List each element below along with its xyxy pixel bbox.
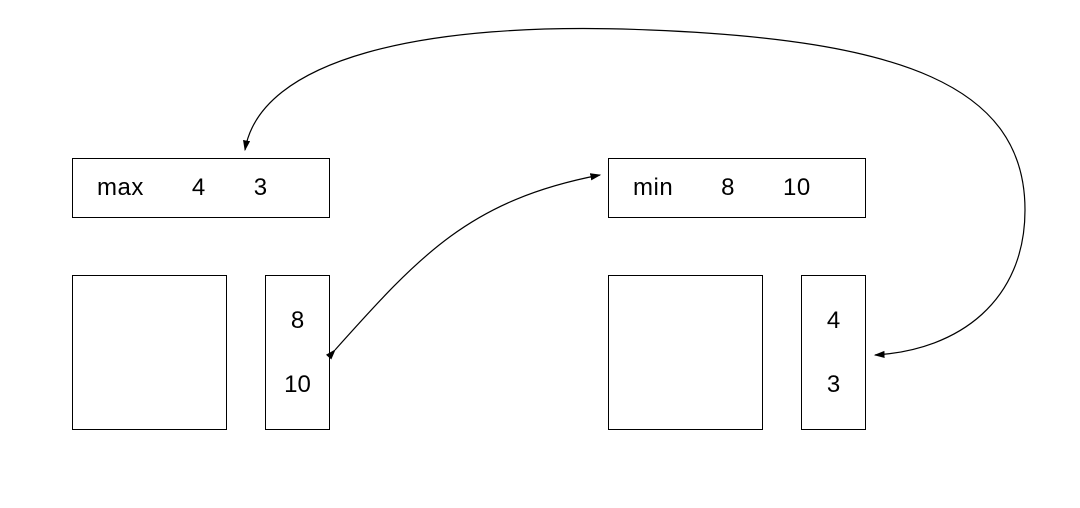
work-area-right [608, 275, 763, 430]
stack-item-left-1: 10 [284, 371, 311, 399]
call-arg-left-0: 4 [192, 174, 206, 202]
call-op-right: min [633, 174, 673, 202]
stack-item-left-0: 8 [291, 307, 304, 335]
stack-item-right-0: 4 [827, 307, 840, 335]
call-box-left: max 4 3 [72, 158, 330, 218]
arrow-top-to-left-call [245, 29, 650, 151]
arrows-layer [0, 0, 1080, 508]
work-area-left [72, 275, 227, 430]
call-arg-left-1: 3 [254, 174, 268, 202]
stack-item-right-1: 3 [827, 371, 840, 399]
stack-box-right: 4 3 [801, 275, 866, 430]
stack-box-left: 8 10 [265, 275, 330, 430]
diagram-stage: max 4 3 8 10 min 8 10 4 3 [0, 0, 1080, 508]
call-op-left: max [97, 174, 144, 202]
arrow-middle-exchange [335, 175, 600, 350]
call-arg-right-0: 8 [721, 174, 735, 202]
call-box-right: min 8 10 [608, 158, 866, 218]
call-arg-right-1: 10 [783, 174, 811, 202]
